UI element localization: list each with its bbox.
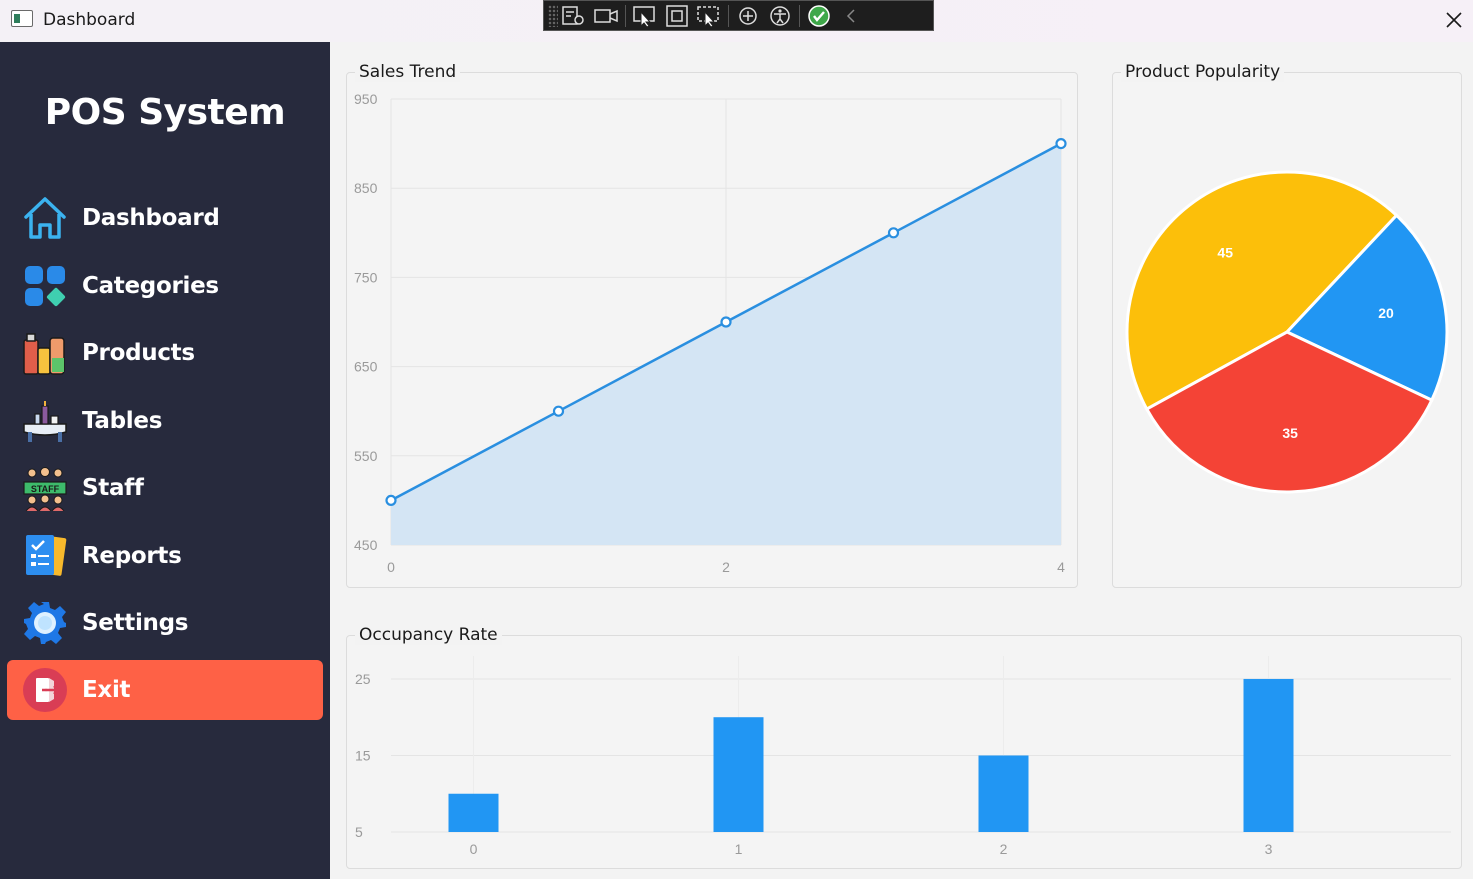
sidebar-item-label: Staff	[82, 475, 144, 501]
occupancy-rate-panel: Occupancy Rate 5 15 25 0 1 2 3	[346, 625, 1462, 869]
chevron-left-icon	[846, 8, 855, 23]
hot-reload-status[interactable]	[803, 3, 835, 29]
product-popularity-title: Product Popularity	[1121, 62, 1285, 82]
sidebar-item-label: Reports	[82, 543, 182, 569]
y-tick-label: 950	[354, 91, 378, 107]
y-tick-label: 450	[354, 537, 378, 553]
sidebar-item-staff[interactable]: STAFF Staff	[7, 458, 323, 518]
x-tick-label: 1	[735, 841, 743, 857]
collapse-toolbar-button[interactable]	[835, 3, 867, 29]
tables-icon	[21, 397, 69, 445]
sidebar-item-label: Dashboard	[82, 205, 220, 231]
app-window-icon	[11, 10, 33, 27]
sidebar-item-settings[interactable]: Settings	[7, 593, 323, 653]
product-popularity-panel: Product Popularity 45 20 35	[1112, 62, 1462, 588]
sales-point	[1055, 137, 1067, 150]
sales-point	[887, 227, 900, 239]
binding-failures-button[interactable]	[732, 3, 764, 29]
sidebar-item-label: Settings	[82, 610, 189, 636]
x-tick-label: 0	[387, 559, 395, 575]
sidebar-item-exit[interactable]: Exit	[7, 660, 323, 720]
sidebar-item-dashboard[interactable]: Dashboard	[7, 188, 323, 248]
x-tick-label: 2	[1000, 841, 1008, 857]
sidebar-item-label: Categories	[82, 273, 219, 299]
toolbar-grip[interactable]	[548, 4, 558, 27]
y-tick-label: 850	[354, 180, 378, 196]
occupancy-bar	[448, 793, 499, 832]
visual-tree-icon	[562, 5, 584, 25]
brand-title: POS System	[44, 92, 286, 133]
exit-icon	[21, 666, 69, 714]
sales-trend-panel: Sales Trend 450 550 650 750 850 950 0 2 4	[346, 62, 1078, 588]
y-tick-label: 550	[354, 448, 378, 464]
window-title: Dashboard	[43, 10, 136, 30]
sales-trend-chart: 450 550 650 750 850 950 0 2 4	[354, 91, 1067, 575]
svg-text:STAFF: STAFF	[31, 484, 60, 494]
reports-icon	[21, 532, 69, 580]
pie-slice-label: 45	[1217, 244, 1233, 260]
x-tick-label: 2	[722, 559, 730, 575]
x-tick-label: 4	[1057, 559, 1065, 575]
check-icon	[808, 4, 830, 27]
sales-point	[552, 405, 565, 417]
y-tick-label: 750	[354, 269, 378, 285]
y-tick-label: 650	[354, 359, 378, 375]
occupancy-rate-title: Occupancy Rate	[355, 625, 502, 645]
camera-icon	[594, 8, 618, 23]
y-tick-label: 25	[355, 671, 371, 687]
adorner-icon	[666, 4, 688, 27]
y-tick-label: 5	[355, 824, 363, 840]
focus-track-icon	[697, 5, 719, 27]
sales-trend-title: Sales Trend	[355, 62, 461, 82]
home-icon	[21, 194, 69, 242]
staff-icon: STAFF	[21, 464, 69, 512]
select-element-button[interactable]	[629, 3, 661, 29]
occupancy-rate-chart: 5 15 25 0 1 2 3	[355, 656, 1451, 857]
x-tick-label: 3	[1265, 841, 1273, 857]
binding-icon	[739, 6, 757, 25]
debug-toolbar	[543, 0, 934, 31]
live-visual-tree-button[interactable]	[558, 3, 590, 29]
sidebar-item-label: Products	[82, 340, 195, 366]
y-tick-label: 15	[355, 747, 371, 763]
sidebar: POS System Dashboard Categories Products…	[0, 42, 330, 879]
sidebar-item-products[interactable]: Products	[7, 323, 323, 383]
product-popularity-chart: 45 20 35	[1125, 170, 1449, 494]
select-pointer-icon	[633, 5, 655, 27]
sidebar-item-label: Tables	[82, 408, 163, 434]
accessibility-icon	[770, 5, 790, 26]
sidebar-item-categories[interactable]: Categories	[7, 256, 323, 316]
occupancy-bar	[978, 755, 1029, 832]
sidebar-item-label: Exit	[82, 677, 131, 703]
sales-point	[720, 316, 732, 328]
accessibility-button[interactable]	[764, 3, 796, 29]
close-button[interactable]	[1438, 4, 1470, 36]
pie-slice-label: 35	[1282, 425, 1298, 441]
record-button[interactable]	[590, 3, 622, 29]
display-adorners-button[interactable]	[661, 3, 693, 29]
sidebar-item-tables[interactable]: Tables	[7, 391, 323, 451]
track-focus-button[interactable]	[693, 3, 725, 29]
sidebar-item-reports[interactable]: Reports	[7, 526, 323, 586]
sales-point	[385, 494, 397, 506]
occupancy-bar	[713, 717, 764, 832]
pie-slice-label: 20	[1378, 305, 1394, 321]
x-tick-label: 0	[470, 841, 478, 857]
occupancy-bar	[1243, 678, 1294, 832]
close-icon	[1446, 12, 1462, 28]
categories-icon	[21, 262, 69, 310]
gear-icon	[21, 599, 69, 647]
products-icon	[21, 329, 69, 377]
